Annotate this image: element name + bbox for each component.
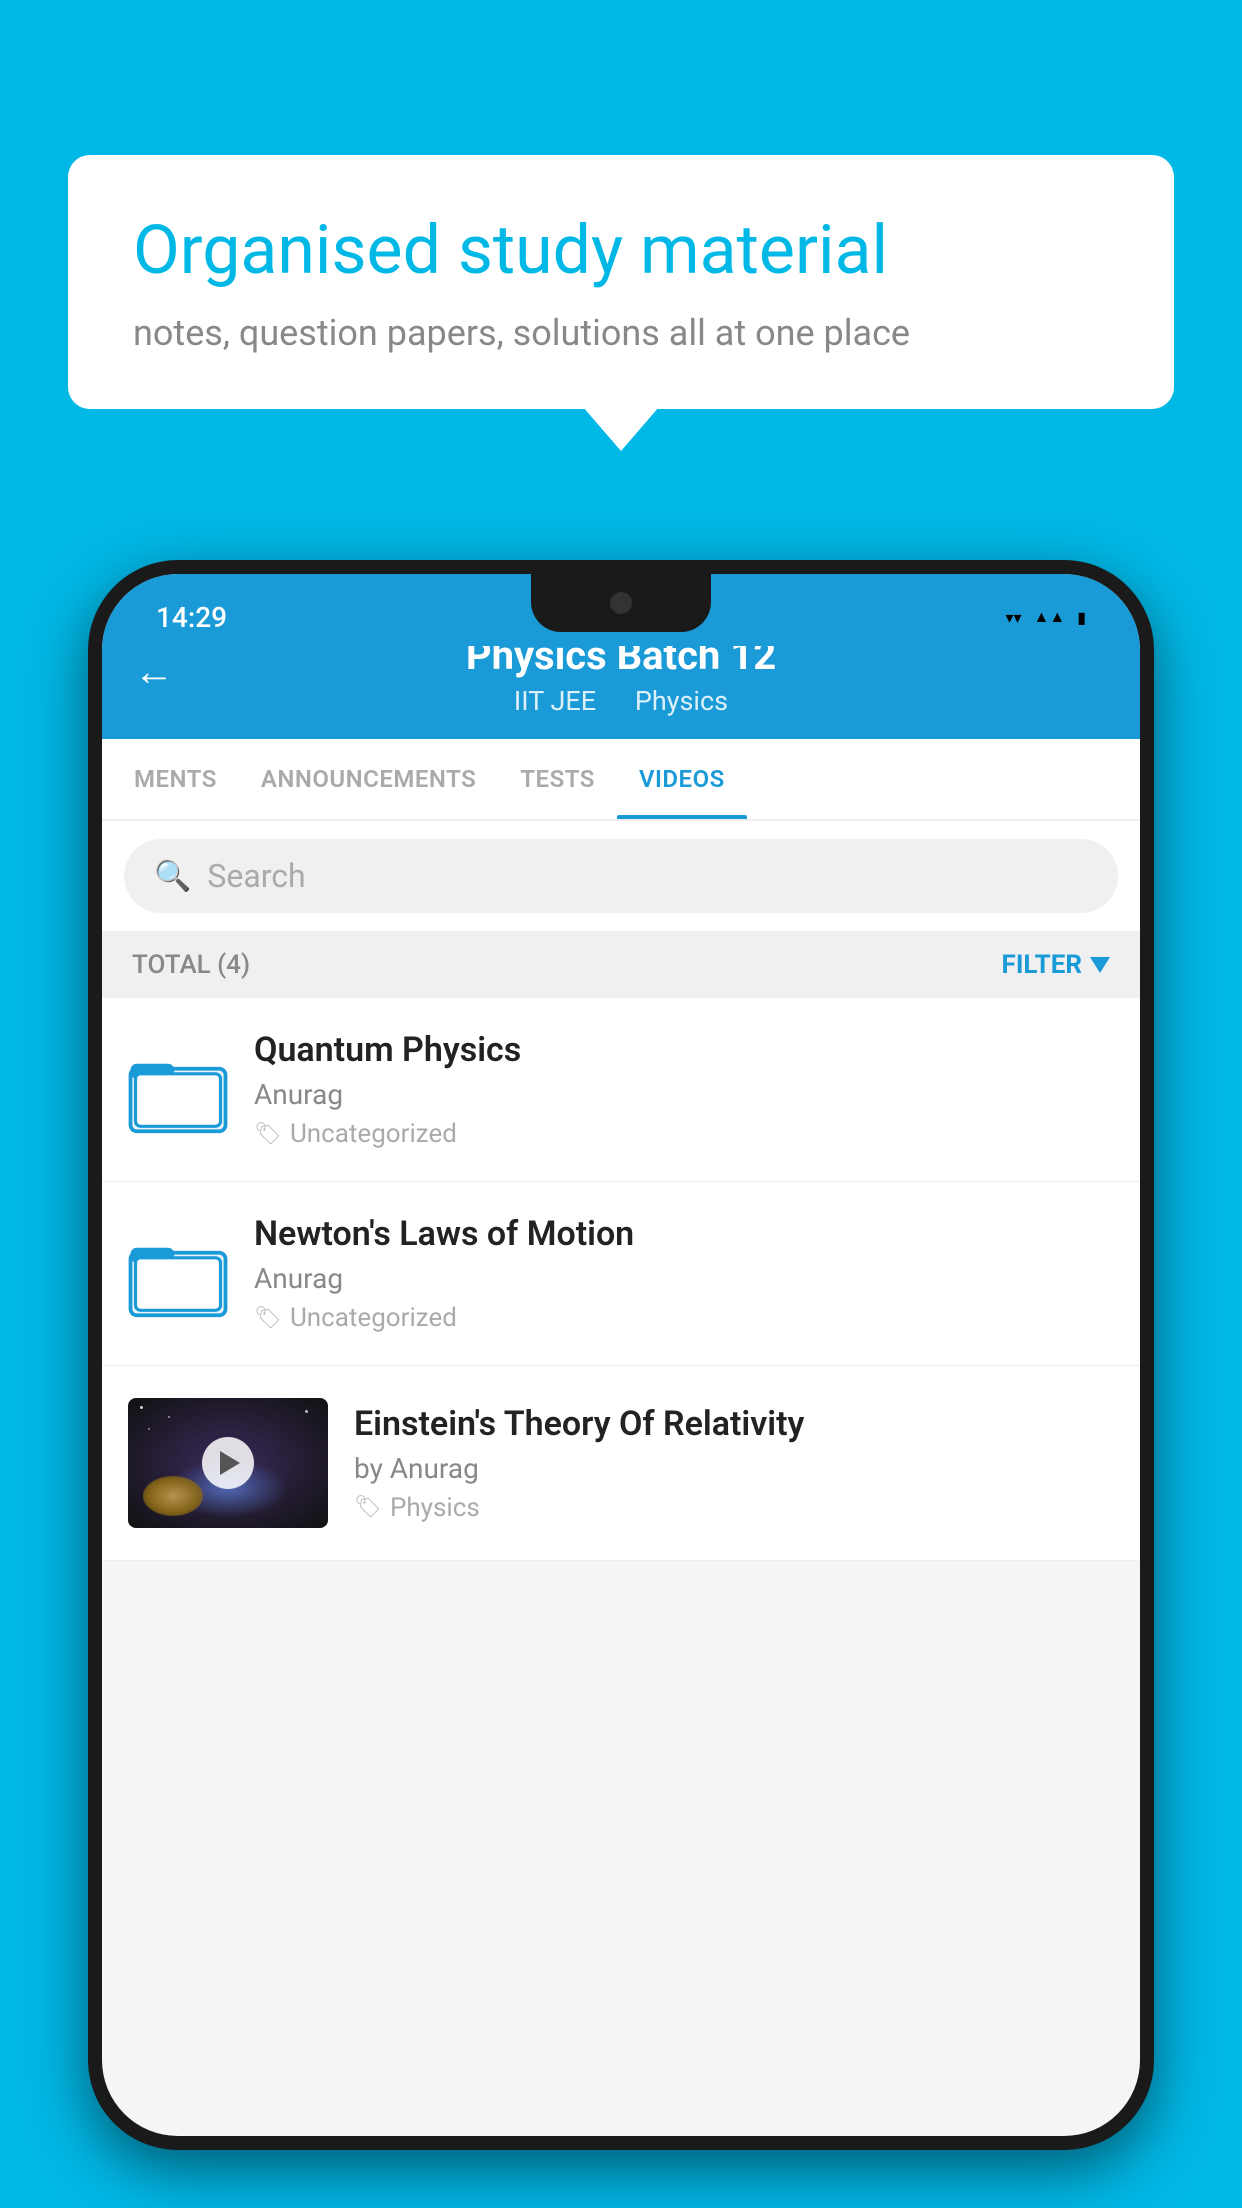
tag-label: Uncategorized — [290, 1303, 457, 1333]
list-item[interactable]: Newton's Laws of Motion Anurag 🏷 Uncateg… — [102, 1182, 1140, 1366]
battery-icon: ▮ — [1077, 608, 1086, 627]
speech-bubble-card: Organised study material notes, question… — [68, 155, 1174, 409]
speech-bubble: Organised study material notes, question… — [68, 155, 1174, 409]
tab-videos[interactable]: VIDEOS — [617, 739, 747, 819]
header-subtitle-part1: IIT JEE — [514, 685, 596, 717]
star — [140, 1406, 143, 1409]
play-icon — [220, 1451, 240, 1475]
tag-icon: 🏷 — [254, 1306, 282, 1331]
star — [148, 1428, 150, 1430]
video-title: Einstein's Theory Of Relativity — [354, 1404, 1114, 1444]
search-container: 🔍 Search — [102, 821, 1140, 932]
phone-outer: 14:29 ▾▾ ▲▲ ▮ ← Physics Batch 12 IIT JEE… — [88, 560, 1154, 2150]
video-title: Quantum Physics — [254, 1030, 1114, 1070]
back-button[interactable]: ← — [134, 648, 174, 695]
tabs-bar: MENTS ANNOUNCEMENTS TESTS VIDEOS — [102, 739, 1140, 821]
video-author: Anurag — [254, 1262, 1114, 1295]
header-subtitle-part2: Physics — [635, 685, 728, 717]
video-author: by Anurag — [354, 1452, 1114, 1485]
search-placeholder: Search — [207, 857, 305, 895]
video-info: Quantum Physics Anurag 🏷 Uncategorized — [254, 1030, 1114, 1149]
signal-icon: ▲▲ — [1034, 607, 1066, 627]
status-icons: ▾▾ ▲▲ ▮ — [1005, 607, 1086, 627]
tag-label: Physics — [390, 1493, 480, 1523]
filter-row: TOTAL (4) FILTER — [102, 932, 1140, 998]
video-thumbnail — [128, 1398, 328, 1528]
video-tag: 🏷 Physics — [354, 1493, 1114, 1523]
planet — [143, 1476, 203, 1516]
video-author: Anurag — [254, 1078, 1114, 1111]
folder-icon — [128, 1040, 228, 1140]
video-tag: 🏷 Uncategorized — [254, 1303, 1114, 1333]
folder-icon — [128, 1224, 228, 1324]
star — [168, 1416, 170, 1418]
video-tag: 🏷 Uncategorized — [254, 1119, 1114, 1149]
filter-button[interactable]: FILTER — [1002, 950, 1110, 980]
tag-icon: 🏷 — [354, 1495, 382, 1520]
phone-camera — [610, 592, 632, 614]
search-icon: 🔍 — [154, 859, 191, 894]
list-item[interactable]: Quantum Physics Anurag 🏷 Uncategorized — [102, 998, 1140, 1182]
star — [305, 1410, 308, 1413]
video-title: Newton's Laws of Motion — [254, 1214, 1114, 1254]
total-label: TOTAL (4) — [132, 950, 250, 980]
phone-notch — [531, 574, 711, 632]
video-list: Quantum Physics Anurag 🏷 Uncategorized — [102, 998, 1140, 1561]
phone-frame: 14:29 ▾▾ ▲▲ ▮ ← Physics Batch 12 IIT JEE… — [88, 560, 1154, 2208]
speech-bubble-title: Organised study material — [133, 210, 1109, 292]
play-button[interactable] — [202, 1437, 254, 1489]
video-info: Newton's Laws of Motion Anurag 🏷 Uncateg… — [254, 1214, 1114, 1333]
video-info: Einstein's Theory Of Relativity by Anura… — [354, 1404, 1114, 1523]
tab-tests[interactable]: TESTS — [498, 739, 617, 819]
filter-label: FILTER — [1002, 950, 1082, 980]
status-time: 14:29 — [156, 601, 227, 634]
tag-icon: 🏷 — [254, 1122, 282, 1147]
phone-screen: 14:29 ▾▾ ▲▲ ▮ ← Physics Batch 12 IIT JEE… — [102, 574, 1140, 2136]
speech-bubble-subtitle: notes, question papers, solutions all at… — [133, 312, 1109, 354]
header-subtitle: IIT JEE Physics — [102, 685, 1140, 717]
filter-icon — [1090, 957, 1110, 973]
tab-announcements[interactable]: ANNOUNCEMENTS — [239, 739, 498, 819]
list-item[interactable]: Einstein's Theory Of Relativity by Anura… — [102, 1366, 1140, 1561]
tag-label: Uncategorized — [290, 1119, 457, 1149]
tab-ments[interactable]: MENTS — [112, 739, 239, 819]
wifi-icon: ▾▾ — [1005, 608, 1021, 627]
search-bar[interactable]: 🔍 Search — [124, 839, 1118, 913]
